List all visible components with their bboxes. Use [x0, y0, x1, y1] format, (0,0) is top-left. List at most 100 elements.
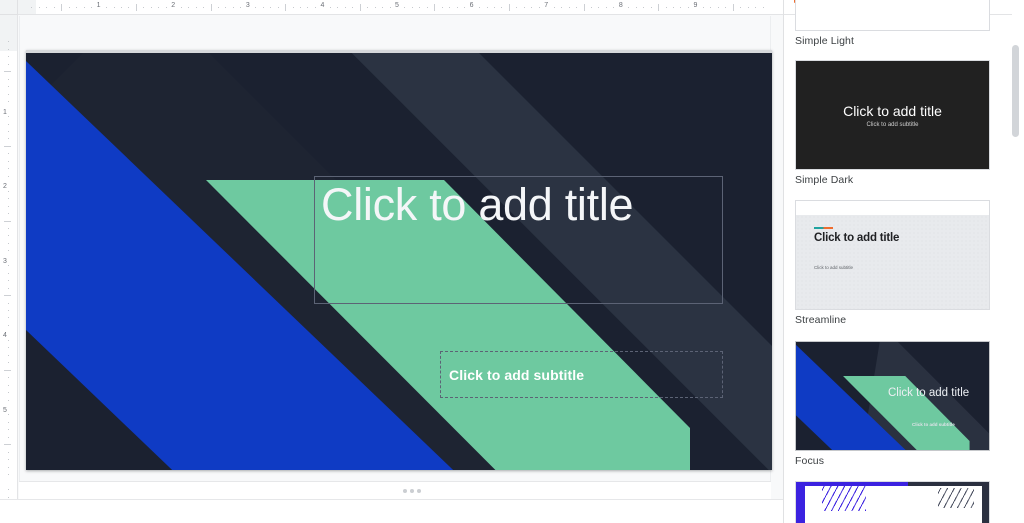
ruler-h-tick — [732, 4, 734, 11]
ruler-h-dot — [277, 7, 279, 8]
ruler-h-dot — [486, 7, 488, 8]
ruler-v-dot — [8, 227, 9, 229]
theme-item-framed[interactable] — [795, 481, 990, 523]
theme-thumbnail-streamline[interactable]: Click to add title Click to add subtitle — [795, 200, 990, 310]
theme-label: Simple Light — [795, 35, 854, 47]
thumb-title: Click to add title — [888, 387, 970, 399]
slide-canvas[interactable]: Click to add title Click to add subtitle — [26, 50, 772, 470]
ruler-h-dot — [106, 7, 108, 8]
ruler-h-tick — [583, 4, 585, 11]
slide-top-border — [26, 50, 772, 53]
theme-panel: Simple Light Click to add title Click to… — [783, 0, 1024, 523]
ruler-h-dot — [329, 7, 331, 8]
ruler-v-dot — [8, 362, 9, 364]
ruler-h-dot — [493, 7, 495, 8]
ruler-h-dot — [143, 7, 145, 8]
ruler-h-dot — [568, 7, 570, 8]
ruler-h-number: 8 — [618, 2, 623, 9]
ruler-h-dot — [31, 7, 33, 8]
ruler-v-dot — [8, 116, 9, 118]
theme-list[interactable]: Simple Light Click to add title Click to… — [784, 0, 1012, 523]
ruler-v-dot — [8, 339, 9, 341]
ruler-v-dot — [8, 130, 9, 132]
ruler-h-dot — [538, 7, 540, 8]
theme-item-simple-dark[interactable]: Click to add title Click to add subtitle… — [795, 60, 990, 186]
theme-thumbnail-framed[interactable] — [795, 481, 990, 523]
ruler-h-dot — [91, 7, 93, 8]
subtitle-placeholder[interactable]: Click to add subtitle — [440, 351, 723, 398]
resize-handle[interactable] — [403, 488, 423, 494]
ruler-h-dot — [419, 7, 421, 8]
ruler-v-dot — [8, 317, 9, 319]
theme-thumbnail-simple-dark[interactable]: Click to add title Click to add subtitle — [795, 60, 990, 170]
ruler-v-dot — [8, 489, 9, 491]
handle-dot — [417, 489, 421, 493]
ruler-v-number: 3 — [3, 257, 7, 265]
ruler-h-dot — [687, 7, 689, 8]
ruler-v-dot — [8, 101, 9, 103]
title-placeholder-text: Click to add title — [321, 179, 634, 230]
theme-item-focus[interactable]: Click to add title Click to add subtitle… — [795, 341, 990, 467]
ruler-h-dot — [456, 7, 458, 8]
ruler-v-dot — [8, 138, 9, 140]
ruler-h-dot — [344, 7, 346, 8]
theme-panel-scrollbar[interactable] — [1012, 15, 1022, 523]
theme-label: Focus — [795, 455, 825, 467]
current-slide[interactable]: Click to add title Click to add subtitle — [26, 50, 772, 470]
thumb-accent-rule-icon — [814, 227, 833, 229]
ruler-h-dot — [576, 7, 578, 8]
ruler-h-tick — [135, 4, 137, 11]
ruler-h-tick — [61, 4, 63, 11]
ruler-v-tick — [4, 71, 11, 73]
ruler-h-dot — [195, 7, 197, 8]
theme-thumbnail-simple-light[interactable] — [795, 0, 990, 31]
ruler-v-tick — [4, 369, 11, 371]
thumb-title: Click to add title — [843, 102, 942, 119]
theme-item-simple-light[interactable]: Simple Light — [795, 0, 990, 47]
theme-item-streamline[interactable]: Click to add title Click to add subtitle… — [795, 200, 990, 326]
ruler-h-dot — [702, 7, 704, 8]
ruler-h-dot — [76, 7, 78, 8]
ruler-v-dot — [8, 377, 9, 379]
title-placeholder[interactable]: Click to add title — [314, 176, 723, 304]
ruler-h-number: 2 — [171, 2, 176, 9]
ruler-h-dot — [68, 7, 70, 8]
ruler-v-dot — [8, 198, 9, 200]
scrollbar-thumb[interactable] — [1012, 45, 1019, 137]
horizontal-ruler[interactable]: 1 2 3 4 5 6 7 8 9 — [18, 0, 783, 15]
ruler-v-dot — [8, 421, 9, 423]
ruler-h-tick — [285, 4, 287, 11]
slide-editor-area: 123456789 12345 Click to add title Click… — [0, 0, 783, 523]
ruler-v-dot — [8, 399, 9, 401]
canvas-workspace[interactable]: Click to add title Click to add subtitle — [19, 16, 772, 481]
ruler-h-dot — [426, 7, 428, 8]
theme-label: Streamline — [795, 314, 847, 326]
ruler-h-dot — [747, 7, 749, 8]
ruler-h-dot — [307, 7, 309, 8]
thumb-streamline-canvas: Click to add title Click to add subtitle — [796, 201, 989, 309]
ruler-h-dot — [158, 7, 160, 8]
ruler-v-dot — [8, 310, 9, 312]
ruler-h-tick — [210, 4, 212, 11]
ruler-h-dot — [128, 7, 130, 8]
ruler-h-dot — [367, 7, 369, 8]
ruler-h-dot — [710, 7, 712, 8]
vertical-ruler[interactable]: 1 2 3 4 5 — [0, 15, 18, 523]
ruler-v-dot — [8, 265, 9, 267]
theme-thumbnail-focus[interactable]: Click to add title Click to add subtitle — [795, 341, 990, 451]
ruler-h-tick — [508, 4, 510, 11]
thumb-subtitle: Click to add subtitle — [814, 265, 854, 270]
ruler-v-dot — [8, 48, 9, 50]
ruler-v-dot — [8, 93, 9, 95]
ruler-h-dot — [673, 7, 675, 8]
handle-dot — [403, 489, 407, 493]
thumb-streaks-left-icon — [822, 485, 866, 511]
ruler-v-dot — [8, 451, 9, 453]
ruler-v-dot — [8, 63, 9, 65]
ruler-h-number: 1 — [96, 2, 101, 9]
ruler-v-dot — [8, 235, 9, 237]
ruler-h-dot — [240, 7, 242, 8]
ruler-h-dot — [479, 7, 481, 8]
ruler-h-dot — [404, 7, 406, 8]
ruler-v-dot — [8, 123, 9, 125]
